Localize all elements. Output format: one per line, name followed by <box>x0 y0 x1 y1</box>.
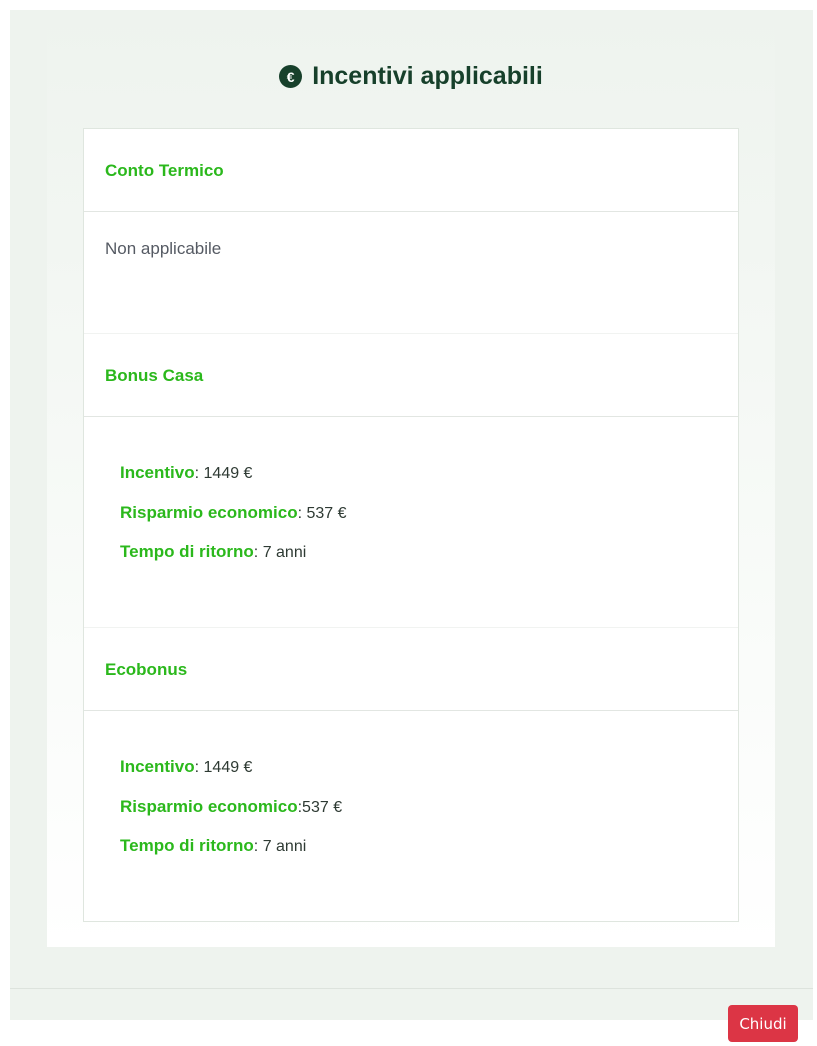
payback-label: Tempo di ritorno <box>120 836 254 855</box>
section-header-ecobonus: Ecobonus <box>84 628 738 711</box>
saving-label: Risparmio economico <box>120 503 298 522</box>
section-body-ecobonus: Incentivo: 1449 € Risparmio economico:53… <box>84 711 738 921</box>
incentives-modal: € Incentivi applicabili Conto Termico No… <box>10 10 813 1020</box>
payback-row: Tempo di ritorno: 7 anni <box>120 542 306 562</box>
payback-row: Tempo di ritorno: 7 anni <box>120 836 306 856</box>
footer-divider <box>10 988 813 989</box>
section-header-bonus-casa: Bonus Casa <box>84 334 738 417</box>
incentive-row: Incentivo: 1449 € <box>120 463 252 483</box>
incentive-row: Incentivo: 1449 € <box>120 757 252 777</box>
section-body-bonus-casa: Incentivo: 1449 € Risparmio economico: 5… <box>84 417 738 628</box>
incentive-label: Incentivo <box>120 757 195 776</box>
payback-value: : 7 anni <box>253 544 307 561</box>
payback-value: : 7 anni <box>253 838 307 855</box>
section-title: Ecobonus <box>105 660 188 679</box>
status-text: Non applicabile <box>105 239 222 258</box>
saving-value: : 537 € <box>297 505 347 522</box>
section-header-conto-termico: Conto Termico <box>84 129 738 212</box>
payback-label: Tempo di ritorno <box>120 542 254 561</box>
modal-title-text: Incentivi applicabili <box>312 62 543 90</box>
saving-row: Risparmio economico:537 € <box>120 797 342 817</box>
modal-title: € Incentivi applicabili <box>47 62 775 91</box>
close-button[interactable]: Chiudi <box>728 1005 798 1042</box>
section-title: Conto Termico <box>105 161 224 180</box>
section-title: Bonus Casa <box>105 366 204 385</box>
incentive-value: : 1449 € <box>194 759 253 776</box>
incentive-value: : 1449 € <box>194 465 253 482</box>
section-body-conto-termico: Non applicabile <box>84 212 738 334</box>
saving-value: :537 € <box>297 799 343 816</box>
incentives-card: Conto Termico Non applicabile Bonus Casa… <box>83 128 739 922</box>
incentive-label: Incentivo <box>120 463 195 482</box>
euro-coin-icon: € <box>279 65 303 88</box>
saving-row: Risparmio economico: 537 € <box>120 503 347 523</box>
saving-label: Risparmio economico <box>120 797 298 816</box>
